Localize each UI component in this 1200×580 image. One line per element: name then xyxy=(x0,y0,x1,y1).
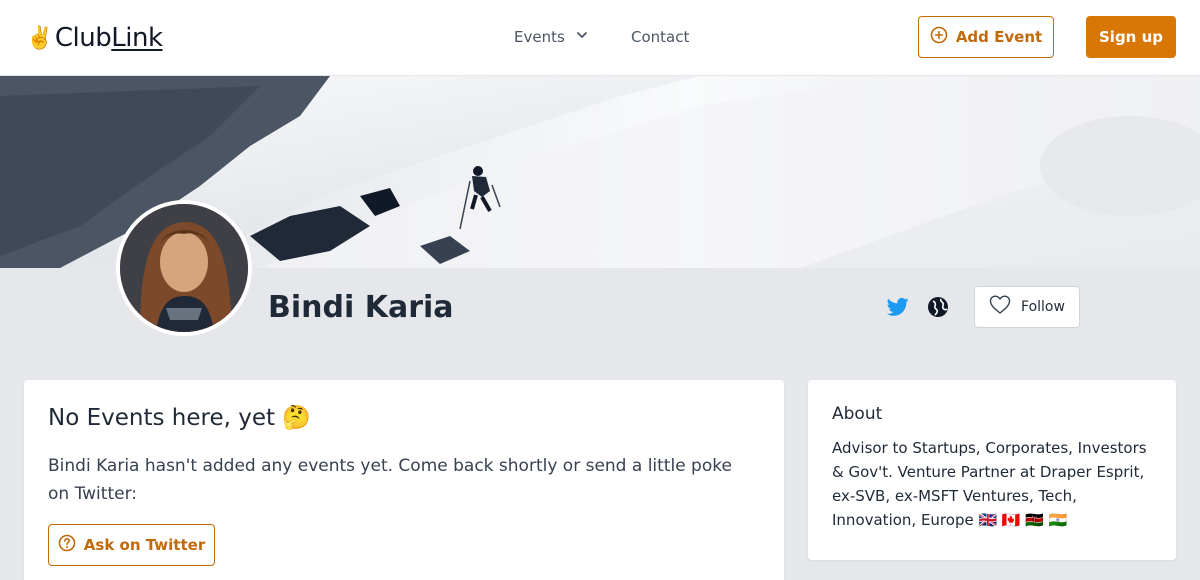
clublink-logo[interactable]: ✌️ Club Link xyxy=(26,20,163,56)
profile-avatar xyxy=(116,200,252,336)
logo-club-text: Club xyxy=(54,23,112,53)
nav-contact-link[interactable]: Contact xyxy=(631,26,689,48)
follow-label: Follow xyxy=(1021,299,1065,315)
follow-button[interactable]: Follow xyxy=(974,286,1080,328)
heart-icon xyxy=(989,295,1011,319)
nav-events-label: Events xyxy=(514,28,565,46)
avatar-portrait xyxy=(120,204,248,332)
website-link[interactable] xyxy=(926,295,950,319)
sign-up-button[interactable]: Sign up xyxy=(1086,16,1176,58)
events-empty-title: No Events here, yet 🤔 xyxy=(48,405,311,431)
about-title: About xyxy=(832,404,883,424)
sign-up-label: Sign up xyxy=(1099,28,1163,46)
top-nav: ✌️ Club Link Events Contact Add Event Si… xyxy=(0,0,1200,76)
twitter-icon xyxy=(887,297,909,316)
chevron-down-icon xyxy=(575,28,589,46)
events-empty-message: Bindi Karia hasn't added any events yet.… xyxy=(48,456,732,504)
plus-circle-icon xyxy=(930,26,948,48)
about-card: About Advisor to Startups, Corporates, I… xyxy=(808,380,1176,560)
ask-on-twitter-button[interactable]: Ask on Twitter xyxy=(48,524,215,566)
profile-name: Bindi Karia xyxy=(268,289,454,325)
question-circle-icon xyxy=(58,534,76,556)
ask-on-twitter-label: Ask on Twitter xyxy=(83,536,206,554)
events-card: No Events here, yet 🤔 Bindi Karia hasn't… xyxy=(24,380,784,580)
logo-link-text: Link xyxy=(111,23,163,53)
twitter-link[interactable] xyxy=(886,295,910,319)
nav-contact-label: Contact xyxy=(631,28,690,46)
globe-icon xyxy=(928,297,948,317)
add-event-label: Add Event xyxy=(955,28,1043,46)
add-event-button[interactable]: Add Event xyxy=(918,16,1054,58)
about-bio: Advisor to Startups, Corporates, Investo… xyxy=(832,439,1147,529)
peace-hand-icon: ✌️ xyxy=(26,25,53,51)
nav-events-dropdown[interactable]: Events xyxy=(514,26,589,48)
